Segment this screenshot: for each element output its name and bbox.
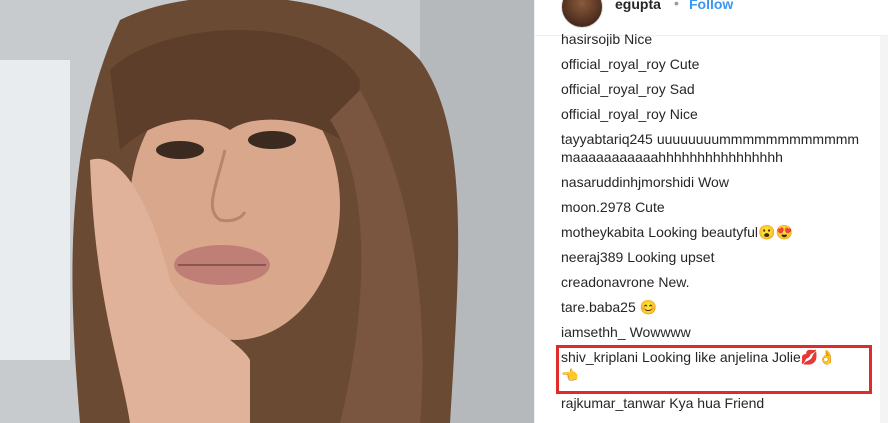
comment-item: tare.baba25 😊	[561, 298, 877, 316]
comment-text: 😊	[639, 299, 658, 315]
comment-username[interactable]: tare.baba25	[561, 299, 636, 315]
comment-username[interactable]: shiv_kriplani	[561, 349, 638, 365]
comment-item: tayyabtariq245 uuuuuuuummmmmmmmmmmmmaaaaa…	[561, 130, 861, 166]
comments-scrollbar[interactable]	[880, 36, 888, 423]
comment-text: Nice	[624, 31, 653, 46]
post-photo	[0, 0, 534, 423]
comment-text: Cute	[635, 199, 665, 215]
comment-item: motheykabita Looking beautyful😮😍	[561, 223, 877, 241]
comment-item: creadonavrone New.	[561, 273, 877, 291]
comment-username[interactable]: official_royal_roy	[561, 81, 666, 97]
comment-text: Kya hua Friend	[669, 395, 765, 411]
comment-item: official_royal_roy Nice	[561, 105, 877, 123]
follow-button[interactable]: Follow	[689, 0, 733, 12]
comment-username[interactable]: motheykabita	[561, 224, 644, 240]
comment-text: Looking beautyful😮😍	[648, 224, 793, 240]
comment-item: nasaruddinhjmorshidi Wow	[561, 173, 877, 191]
comment-username[interactable]: official_royal_roy	[561, 56, 666, 72]
comment-text: Looking upset	[627, 249, 715, 265]
portrait-image	[0, 0, 534, 423]
comment-username[interactable]: tayyabtariq245	[561, 131, 653, 147]
separator-dot: •	[674, 0, 679, 11]
comment-item: official_royal_roy Sad	[561, 80, 877, 98]
comment-username[interactable]: neeraj389	[561, 249, 623, 265]
comment-text: Sad	[669, 81, 695, 97]
comment-text: New.	[658, 274, 690, 290]
comment-username[interactable]: hasirsojib	[561, 31, 620, 46]
avatar[interactable]	[561, 0, 603, 28]
comment-username[interactable]: rajkumar_tanwar	[561, 395, 665, 411]
comment-username[interactable]: official_royal_roy	[561, 106, 666, 122]
comment-username[interactable]: iamsethh_	[561, 324, 626, 340]
comment-item: iamsethh_ Wowwww	[561, 323, 877, 341]
comment-username[interactable]: moon.2978	[561, 199, 631, 215]
comment-item-highlighted: shiv_kriplani Looking like anjelina Jolie…	[561, 348, 851, 384]
comments-list: hasirsojib Nice official_royal_roy Cute of…	[561, 31, 877, 412]
comment-username[interactable]: creadonavrone	[561, 274, 654, 290]
comment-username[interactable]: nasaruddinhjmorshidi	[561, 174, 694, 190]
comment-item: official_royal_roy Cute	[561, 55, 877, 73]
comment-item: hasirsojib Nice	[561, 30, 877, 46]
comment-text: Wow	[698, 174, 729, 190]
comment-text: Cute	[669, 56, 700, 72]
comment-text: Wowwww	[629, 324, 691, 340]
comment-item: moon.2978 Cute	[561, 198, 877, 216]
comment-text: Nice	[669, 106, 698, 122]
comment-item: neeraj389 Looking upset	[561, 248, 877, 266]
post-username[interactable]: egupta	[615, 0, 661, 12]
comment-item: rajkumar_tanwar Kya hua Friend	[561, 394, 877, 412]
comments-panel: egupta • Follow hasirsojib Nice official_…	[534, 0, 888, 423]
